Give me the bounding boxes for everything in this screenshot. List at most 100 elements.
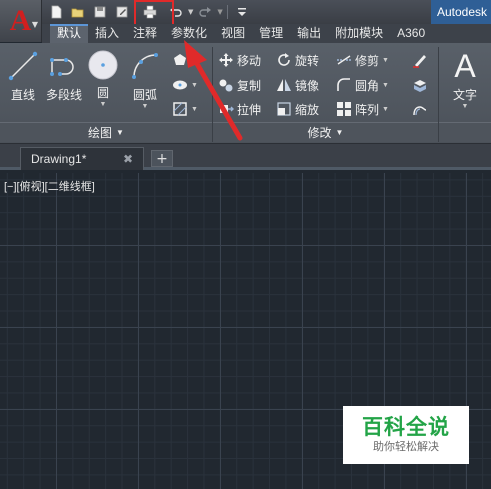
redo-icon[interactable] — [195, 3, 215, 21]
new-tab-button[interactable]: + — [151, 150, 173, 167]
tab-annotate[interactable]: 注释 — [126, 24, 164, 43]
tab-insert[interactable]: 插入 — [88, 24, 126, 43]
save-icon[interactable] — [90, 3, 110, 21]
new-file-icon[interactable] — [46, 3, 66, 21]
move-tool[interactable]: 移动 — [218, 50, 261, 70]
watermark-title: 百科全说 — [362, 415, 450, 439]
tab-a360[interactable]: A360 — [390, 24, 432, 43]
erase-icon — [413, 55, 426, 68]
offset-tool[interactable] — [412, 99, 428, 119]
document-tab[interactable]: Drawing1* ✖ — [20, 147, 144, 170]
application-menu-button[interactable]: A ▼ — [0, 0, 42, 42]
copy-tool[interactable]: 复制 — [218, 75, 261, 95]
qat-separator — [226, 5, 228, 19]
mirror-icon — [277, 79, 291, 91]
tab-manage[interactable]: 管理 — [252, 24, 290, 43]
ribbon-tabs: 默认 插入 注释 参数化 视图 管理 输出 附加模块 A360 — [42, 24, 491, 43]
ellipse-tool[interactable]: ▼ — [172, 75, 198, 95]
tab-output[interactable]: 输出 — [290, 24, 328, 43]
polyline-tool[interactable]: 多段线 — [43, 50, 85, 103]
offset-icon — [413, 106, 427, 116]
tab-home[interactable]: 默认 — [50, 24, 89, 43]
array-tool[interactable]: 阵列 ▼ — [336, 99, 389, 119]
arc-dropdown-icon[interactable]: ▼ — [142, 103, 149, 110]
array-dropdown-icon[interactable]: ▼ — [382, 106, 389, 113]
window-title: Autodesk — [431, 0, 491, 24]
open-file-icon[interactable] — [68, 3, 88, 21]
tab-view[interactable]: 视图 — [214, 24, 252, 43]
stretch-tool-label: 拉伸 — [237, 102, 262, 117]
line-icon — [8, 51, 38, 81]
fillet-tool-label: 圆角 — [355, 78, 380, 93]
fillet-icon — [337, 78, 350, 91]
save-as-icon[interactable] — [112, 3, 132, 21]
circle-icon — [88, 50, 118, 80]
rotate-tool-label: 旋转 — [295, 53, 320, 68]
mirror-tool-label: 镜像 — [295, 78, 320, 93]
rotate-tool[interactable]: 旋转 — [276, 50, 319, 70]
arc-icon — [132, 53, 158, 79]
chevron-down-icon: ▼ — [116, 128, 124, 137]
circle-dropdown-icon[interactable]: ▼ — [100, 101, 107, 108]
hatch-icon — [173, 102, 187, 116]
circle-tool-label: 圆 — [96, 86, 109, 100]
polyline-icon — [50, 58, 74, 76]
document-tab-label: Drawing1* — [31, 152, 87, 166]
tab-spacer — [42, 24, 50, 43]
stretch-icon — [220, 105, 234, 113]
chevron-down-icon: ▼ — [335, 128, 344, 137]
tab-addins[interactable]: 附加模块 — [328, 24, 390, 43]
text-tool-label: 文字 — [452, 88, 477, 102]
ellipse-icon — [173, 80, 187, 90]
autocad-logo-icon: A — [9, 4, 32, 37]
fillet-dropdown-icon[interactable]: ▼ — [382, 82, 389, 89]
circle-tool[interactable]: 圆 ▼ — [86, 48, 120, 108]
redo-dropdown-icon[interactable]: ▼ — [217, 8, 222, 16]
draw-panel-title[interactable]: 绘图 ▼ — [0, 122, 212, 142]
line-tool-label: 直线 — [10, 88, 35, 102]
copy-icon — [219, 79, 233, 92]
scale-tool[interactable]: 缩放 — [276, 99, 319, 119]
trim-tool-label: 修剪 — [355, 53, 380, 68]
customize-qat-icon[interactable] — [232, 3, 252, 21]
erase-tool[interactable] — [412, 50, 428, 70]
text-dropdown-icon[interactable]: ▼ — [462, 103, 469, 110]
polyline-tool-label: 多段线 — [45, 88, 82, 102]
move-tool-label: 移动 — [237, 53, 262, 68]
chevron-down-icon: ▼ — [31, 20, 38, 29]
plot-highlight-box — [134, 0, 174, 27]
watermark-subtitle: 助你轻松解决 — [373, 440, 439, 453]
polygon-tool[interactable]: ▼ — [172, 50, 198, 70]
draw-panel-label: 绘图 — [88, 126, 113, 140]
polygon-dropdown-icon[interactable]: ▼ — [191, 57, 198, 64]
explode-tool[interactable] — [412, 75, 428, 95]
text-icon: A — [454, 48, 476, 84]
move-icon — [219, 53, 233, 67]
trim-icon — [337, 55, 351, 65]
stretch-tool[interactable]: 拉伸 — [218, 99, 261, 119]
undo-dropdown-icon[interactable]: ▼ — [188, 8, 193, 16]
modify-panel-title[interactable]: 修改 ▼ — [213, 122, 438, 142]
scale-icon — [277, 102, 291, 116]
array-icon — [337, 102, 351, 116]
text-tool[interactable]: A 文字 ▼ — [446, 48, 484, 110]
mirror-tool[interactable]: 镜像 — [276, 75, 319, 95]
close-icon[interactable]: ✖ — [123, 152, 133, 166]
arc-tool[interactable]: 圆弧 ▼ — [128, 50, 162, 110]
trim-dropdown-icon[interactable]: ▼ — [382, 57, 389, 64]
ellipse-dropdown-icon[interactable]: ▼ — [191, 82, 198, 89]
rotate-icon — [278, 53, 290, 66]
line-tool[interactable]: 直线 — [6, 50, 40, 103]
polygon-icon — [174, 54, 186, 65]
arc-tool-label: 圆弧 — [132, 88, 157, 102]
hatch-tool[interactable]: ▼ — [172, 99, 198, 119]
copy-tool-label: 复制 — [237, 78, 262, 93]
viewport-controls[interactable]: [−][俯视][二维线框] — [4, 178, 95, 194]
scale-tool-label: 缩放 — [295, 102, 320, 117]
array-tool-label: 阵列 — [355, 102, 380, 117]
fillet-tool[interactable]: 圆角 ▼ — [336, 75, 389, 95]
trim-tool[interactable]: 修剪 ▼ — [336, 50, 389, 70]
modify-panel-label: 修改 — [307, 126, 332, 140]
tab-parametric[interactable]: 参数化 — [164, 24, 214, 43]
hatch-dropdown-icon[interactable]: ▼ — [191, 106, 198, 113]
